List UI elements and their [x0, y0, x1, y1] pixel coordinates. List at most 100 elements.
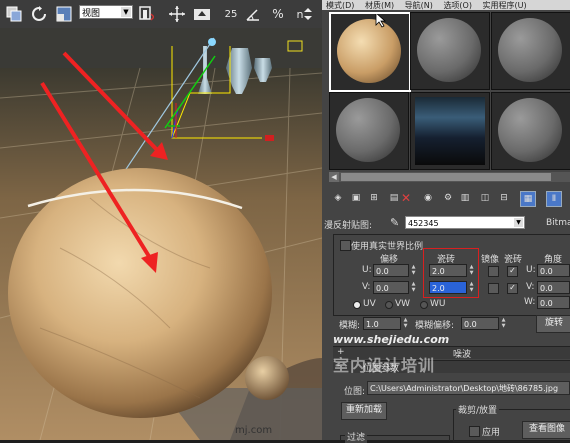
uv-radio-label: UV [363, 299, 376, 309]
uv-radio[interactable] [353, 301, 361, 309]
apply-label: 应用 [482, 428, 501, 438]
spinner-label: n [296, 7, 304, 21]
rotate-icon[interactable] [29, 4, 49, 24]
map-name-value: 452345 [408, 219, 439, 228]
wu-radio[interactable] [420, 301, 428, 309]
show-end-result-icon[interactable]: ⊟ [497, 191, 511, 205]
blur-offset-spinner[interactable]: ▲ ▼ [500, 317, 507, 330]
map-type-label[interactable]: Bitma [546, 218, 570, 228]
assign-material-icon[interactable]: ⊞ [367, 191, 381, 205]
v-mirror-checkbox[interactable] [488, 283, 499, 294]
v-tile-checkbox[interactable]: ✓ [507, 283, 518, 294]
material-slot-1[interactable] [329, 12, 411, 92]
scroll-left-icon[interactable]: ◀ [329, 172, 339, 182]
get-material-icon[interactable]: ◈ [331, 191, 345, 205]
spinner-arrows-icon [304, 8, 313, 20]
view-image-button[interactable]: 查看图像 [522, 421, 570, 439]
angle-snap-icon[interactable] [243, 4, 263, 24]
mirror-header: 镜像 [481, 255, 500, 265]
u-mirror-checkbox[interactable] [488, 266, 499, 277]
v-offset-field[interactable]: 0.0 [373, 281, 409, 294]
v-angle-field[interactable]: 0.0 [537, 281, 570, 294]
menu-item-mode[interactable]: 模式(D) [326, 1, 354, 10]
material-slot-5[interactable] [410, 92, 490, 170]
show-map-icon[interactable]: ▦ [520, 191, 536, 207]
w-angle-field[interactable]: 0.0 [537, 296, 570, 309]
menu-item-material[interactable]: 材质(M) [365, 1, 394, 10]
apply-checkbox[interactable] [469, 426, 480, 437]
menu-item-navigation[interactable]: 导航(N) [405, 1, 433, 10]
blur-offset-field[interactable]: 0.0 [461, 317, 499, 330]
default-sphere [417, 18, 481, 82]
chevron-down-icon: ▼ [514, 218, 523, 227]
chevron-down-icon: ▼ [121, 7, 131, 17]
select-manipulate-icon[interactable] [167, 4, 187, 24]
keyboard-shortcut-icon[interactable] [192, 4, 212, 24]
scale-icon[interactable] [54, 4, 74, 24]
material-id-icon[interactable]: ▥ [458, 191, 472, 205]
u-angle-field[interactable]: 0.0 [537, 264, 570, 277]
rotate-button[interactable]: 旋转 [536, 315, 570, 333]
spinner-snap-toggle[interactable]: n [292, 4, 318, 24]
blur-offset-label: 模糊偏移: [415, 321, 455, 331]
cursor-icon [375, 14, 387, 28]
snaps-toggle[interactable]: 25 [220, 4, 242, 24]
pivot-icon[interactable] [136, 4, 156, 24]
floor-text: mj.com [235, 425, 272, 436]
scroll-thumb[interactable] [341, 173, 551, 181]
vw-radio[interactable] [385, 301, 393, 309]
vw-radio-label: VW [395, 299, 411, 309]
material-slot-4[interactable] [329, 92, 409, 170]
v-label: V: [362, 282, 371, 292]
eyedropper-icon[interactable]: ✎ [390, 216, 404, 230]
u-label: U: [362, 265, 372, 275]
reload-button[interactable]: 重新加载 [341, 402, 387, 420]
material-slot-2[interactable] [410, 12, 490, 90]
u-offset-field[interactable]: 0.0 [373, 264, 409, 277]
viewport-panel[interactable]: 视图 ▼ 25 % n mj.com [0, 0, 322, 440]
marble-sphere [337, 19, 401, 83]
tiling-highlight-box [423, 248, 479, 298]
w-angle-label: W: [524, 297, 536, 307]
real-world-scale-label: 使用真实世界比例 [351, 242, 424, 252]
filter-label: 过滤 [345, 430, 368, 443]
menu-item-utilities[interactable]: 实用程序(U) [483, 1, 527, 10]
wu-radio-label: WU [430, 299, 446, 309]
main-toolbar: 视图 ▼ 25 % n [0, 0, 322, 29]
reference-coordinate-dropdown[interactable]: 视图 ▼ [79, 5, 133, 19]
u-tile-checkbox[interactable]: ✓ [507, 266, 518, 277]
v-offset-spinner[interactable]: ▲ ▼ [410, 281, 417, 294]
put-to-scene-icon[interactable]: ▣ [349, 191, 363, 205]
blur-label: 模糊: [339, 321, 361, 331]
snap-value-label: 25 [224, 8, 238, 20]
make-unique-icon[interactable]: ◉ [421, 191, 435, 205]
put-to-library-icon[interactable]: ⚙ [441, 191, 455, 205]
bitmap-path-button[interactable]: C:\Users\Administrator\Desktop\地砖\86785.… [367, 381, 570, 395]
u-angle-label: U: [526, 265, 536, 275]
watermark-name: 室内设计培训 [333, 356, 436, 375]
u-offset-spinner[interactable]: ▲ ▼ [410, 264, 417, 277]
show-shaded-icon[interactable]: ◫ [478, 191, 492, 205]
delete-icon[interactable]: ✕ [399, 191, 413, 205]
viewport-scene[interactable]: mj.com [0, 28, 322, 440]
blur-spinner[interactable]: ▲ ▼ [402, 317, 409, 330]
percent-label: % [272, 7, 284, 21]
real-world-scale-checkbox[interactable] [340, 240, 351, 251]
percent-snap-toggle[interactable]: % [268, 4, 288, 24]
crop-place-label: 裁剪/放置 [456, 403, 500, 416]
material-slot-6[interactable] [491, 92, 570, 170]
blur-field[interactable]: 1.0 [363, 317, 401, 330]
go-to-parent-icon[interactable]: Ⅱ [546, 191, 562, 207]
menu-bar: 模式(D) 材质(M) 导航(N) 选项(O) 实用程序(U) [322, 0, 570, 10]
slot-scrollbar[interactable]: ◀ [329, 172, 570, 182]
bitmap-path-label: 位图: [344, 387, 366, 397]
default-sphere [336, 98, 400, 162]
view-dropdown-value: 视图 [82, 8, 101, 19]
watermark-url: www.shejiedu.com [333, 333, 450, 346]
default-sphere [498, 18, 562, 82]
hdri-preview [415, 97, 485, 165]
map-name-field[interactable]: 452345 ▼ [405, 216, 525, 229]
menu-item-options[interactable]: 选项(O) [443, 1, 472, 10]
select-move-icon[interactable] [3, 4, 25, 24]
material-slot-3[interactable] [491, 12, 570, 90]
